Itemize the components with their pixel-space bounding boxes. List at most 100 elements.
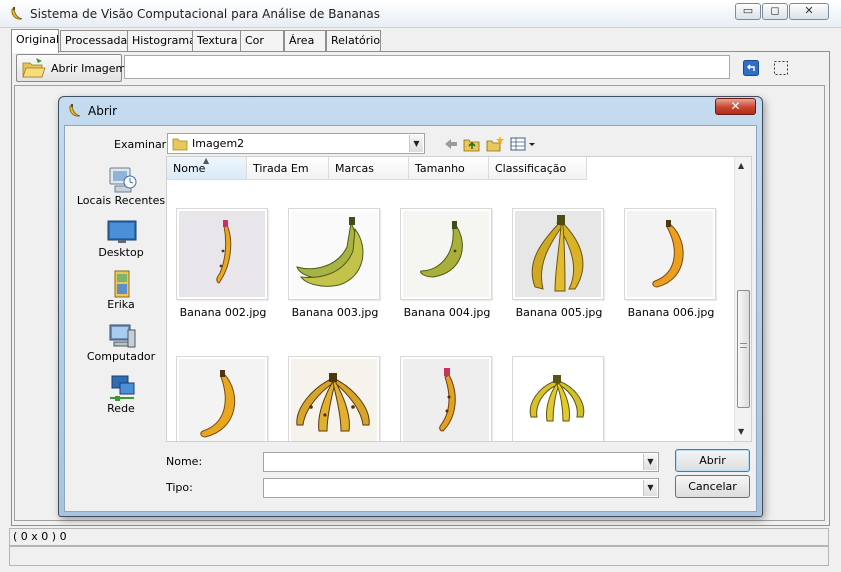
place-label: Desktop [98, 246, 144, 259]
file-item[interactable]: Banana 005.jpg [503, 208, 615, 338]
image-path-field[interactable] [124, 55, 730, 79]
place-recent[interactable]: Locais Recentes [73, 166, 169, 216]
selection-icon[interactable] [773, 60, 789, 76]
up-folder-icon[interactable] [463, 135, 481, 153]
main-titlebar: Sistema de Visão Computacional para Anál… [0, 0, 841, 28]
tab-label: Área [289, 34, 315, 47]
file-list[interactable]: ▲ Nome Tirada Em Marcas Tamanho Classifi… [166, 156, 752, 442]
tab-processada[interactable]: Processada [60, 30, 128, 52]
restore-button[interactable]: ◻ [762, 3, 788, 20]
grip-icon [740, 343, 747, 348]
place-label: Erika [107, 298, 135, 311]
file-item[interactable] [391, 356, 503, 441]
file-item[interactable]: Banana 006.jpg [615, 208, 727, 338]
cancel-button-label: Cancelar [688, 480, 737, 493]
banana-thumbnail-icon [627, 211, 713, 297]
tab-textura[interactable]: Textura [192, 30, 241, 52]
place-user[interactable]: Erika [73, 270, 169, 320]
user-folder-icon [114, 270, 130, 298]
file-item[interactable] [503, 356, 615, 441]
open-image-button[interactable]: Abrir Imagem [16, 54, 126, 82]
file-item[interactable]: Banana 002.jpg [167, 208, 279, 338]
thumbnail [512, 208, 604, 300]
tab-area[interactable]: Área [284, 30, 326, 52]
tab-label: Histograma [132, 34, 196, 47]
minimize-button[interactable]: ▭ [735, 3, 761, 20]
restore-icon: ◻ [770, 4, 780, 17]
dialog-cancel-button[interactable]: Cancelar [675, 475, 750, 498]
thumbnail [176, 356, 268, 441]
place-network[interactable]: Rede [73, 374, 169, 424]
tab-label: Cor [245, 34, 264, 47]
scroll-up-icon[interactable]: ▲ [738, 161, 744, 170]
tab-relatorio[interactable]: Relatório [326, 30, 381, 52]
place-desktop[interactable]: Desktop [73, 218, 169, 268]
new-folder-icon[interactable] [486, 135, 504, 153]
file-name-combo[interactable]: ▼ [263, 452, 659, 472]
scroll-down-icon[interactable]: ▼ [738, 427, 744, 436]
thumbnail [176, 208, 268, 300]
thumbnail [288, 208, 380, 300]
column-header-size[interactable]: Tamanho [409, 157, 489, 180]
thumbnail [288, 356, 380, 441]
place-label: Computador [86, 350, 156, 363]
column-header-date[interactable]: Tirada Em [247, 157, 329, 180]
close-icon: ✕ [730, 99, 741, 113]
banana-thumbnail-icon [291, 359, 377, 441]
place-label: Locais Recentes [76, 194, 166, 207]
file-name: Banana 003.jpg [291, 306, 379, 319]
sort-ascending-icon: ▲ [203, 156, 210, 165]
place-computer[interactable]: Computador [73, 322, 169, 372]
recent-places-icon [109, 167, 137, 193]
scrollbar-thumb[interactable] [737, 290, 750, 408]
banana-thumbnail-icon [515, 359, 601, 441]
thumbnail [400, 356, 492, 441]
dialog-title: Abrir [88, 104, 118, 118]
tab-label: Original [16, 33, 60, 46]
column-header-name[interactable]: ▲ Nome [167, 157, 247, 180]
file-name: Banana 002.jpg [179, 306, 267, 319]
status-message [9, 546, 829, 566]
column-header-rating[interactable]: Classificação [489, 157, 587, 180]
file-type-combo[interactable]: ▼ [263, 478, 659, 498]
thumbnail [624, 208, 716, 300]
banana-icon [69, 104, 81, 117]
look-in-combo[interactable]: Imagem2 ▼ [167, 133, 425, 154]
tab-histograma[interactable]: Histograma [127, 30, 196, 52]
tab-label: Processada [65, 34, 128, 47]
tab-cor[interactable]: Cor [240, 30, 284, 52]
back-icon[interactable] [442, 135, 460, 153]
file-name-label: Nome: [166, 455, 203, 468]
file-item[interactable] [167, 356, 279, 441]
column-label: Classificação [495, 162, 567, 175]
open-image-label: Abrir Imagem [51, 62, 127, 75]
file-item[interactable] [279, 356, 391, 441]
close-icon: ✕ [804, 4, 814, 17]
dialog-open-button[interactable]: Abrir [675, 449, 750, 472]
thumbnail [400, 208, 492, 300]
chevron-down-icon[interactable]: ▼ [643, 480, 657, 496]
banana-thumbnail-icon [403, 359, 489, 441]
banana-thumbnail-icon [179, 211, 265, 297]
column-label: Tirada Em [253, 162, 309, 175]
column-label: Tamanho [415, 162, 465, 175]
file-item[interactable]: Banana 004.jpg [391, 208, 503, 338]
column-label: Nome [173, 162, 206, 175]
file-list-scrollbar[interactable]: ▲ ▼ [734, 157, 751, 441]
tab-original[interactable]: Original [11, 29, 59, 53]
banana-icon [11, 7, 23, 20]
dialog-close-button[interactable]: ✕ [715, 98, 756, 115]
chevron-down-icon[interactable]: ▼ [643, 454, 657, 470]
undo-icon[interactable] [743, 60, 759, 76]
view-menu-icon[interactable] [510, 135, 538, 153]
file-item[interactable]: Banana 003.jpg [279, 208, 391, 338]
chevron-down-icon[interactable]: ▼ [409, 135, 423, 152]
tab-label: Textura [197, 34, 238, 47]
status-coords: ( 0 x 0 ) 0 [9, 528, 829, 546]
app-title: Sistema de Visão Computacional para Anál… [30, 7, 381, 21]
column-header-tags[interactable]: Marcas [329, 157, 409, 180]
look-in-label: Examinar: [114, 138, 170, 151]
close-button[interactable]: ✕ [789, 3, 829, 20]
banana-thumbnail-icon [179, 359, 265, 441]
file-name: Banana 005.jpg [515, 306, 603, 319]
